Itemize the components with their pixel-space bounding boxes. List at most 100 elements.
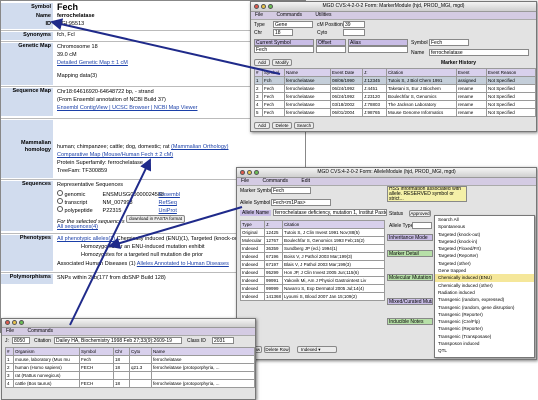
citation-field[interactable]: Dailey HA, Biochemistry 1998 Feb 27;33(9…: [54, 337, 182, 344]
table-row[interactable]: Indexed 67197 Blais V, J Pathol 2003 Mar;1…: [240, 260, 385, 269]
minimize-icon[interactable]: [247, 170, 252, 175]
table-row[interactable]: 4 cattle (Bos taurus) FECH 18 ferrochelatase…: [5, 379, 255, 388]
zoom-icon[interactable]: [19, 320, 24, 325]
table-row[interactable]: Original 12425 Tutois S, J Clin Invest 199…: [240, 228, 385, 237]
table-row[interactable]: Indexed 95299 Hon JP, J Clin Invest 2005 J…: [240, 268, 385, 277]
dropdown-item[interactable]: Targeted (knock-out): [435, 231, 534, 238]
menu-commands[interactable]: Commands: [276, 12, 302, 18]
table-row[interactable]: Indexed 67196 Boiss V, J Pathol 2003 Mar;1…: [240, 252, 385, 261]
all-sequences-link[interactable]: All sequences(4): [57, 224, 98, 230]
seq-coordinates: Chr18:64616920-64648722 bp, - strand: [57, 89, 154, 95]
zoom-icon[interactable]: [268, 4, 273, 9]
j-label: J:: [5, 338, 9, 344]
menu-commands[interactable]: Commands: [262, 178, 288, 184]
table-row[interactable]: Indexed 141368 Lyoumi S, Blood 2007 Jan 15…: [240, 292, 385, 301]
dropdown-item[interactable]: Transgenic (Reporter): [435, 325, 534, 332]
j-field[interactable]: 8050: [12, 337, 30, 344]
type-field[interactable]: Gene: [273, 21, 313, 28]
table-row[interactable]: Indexed 36359 Sundberg JP (ed.) 1994(1): [240, 244, 385, 253]
genetic-map-label: Genetic Map: [1, 43, 53, 85]
snps-link[interactable]: SNPs within 2kb(177 from dbSNP Build 128…: [57, 275, 166, 281]
dropdown-item[interactable]: Transgenic (Reporter): [435, 311, 534, 318]
dropdown-item[interactable]: Chemically induced (other): [435, 282, 534, 289]
dropdown-item[interactable]: Transgenic (random, gene disruption): [435, 304, 534, 311]
current-symbol-field[interactable]: Fech: [254, 46, 314, 53]
table-row[interactable]: Molecular 12767 Boulechfar S, Genomics 199…: [240, 236, 385, 245]
inducible-notes-label: Inducible Notes: [387, 318, 433, 325]
symbol-field[interactable]: Fech: [429, 39, 469, 46]
orthology-window-titlebar: [2, 319, 255, 328]
close-icon[interactable]: [254, 4, 259, 9]
alias-field[interactable]: [348, 46, 408, 53]
mapping-data-link[interactable]: Mapping data(3): [57, 73, 97, 79]
status-label: Status: [389, 211, 404, 217]
marker-symbol-field[interactable]: Fech: [271, 187, 311, 194]
table-row[interactable]: Indexed 99991 Yakovik Mi, Am J Physiol Gas…: [240, 276, 385, 285]
checkbox-icon[interactable]: [57, 206, 63, 212]
table-row[interactable]: 1 Fch ferrochelatase 08/06/1990 J:12345 Tutoi…: [254, 76, 536, 85]
close-icon[interactable]: [240, 170, 245, 175]
dropdown-item[interactable]: Chemically induced (ENU): [435, 274, 534, 282]
zoom-icon[interactable]: [254, 170, 259, 175]
menu-edit[interactable]: Edit: [301, 178, 310, 184]
allele-type-dropdown[interactable]: Search All Spontaneous Targeted (knock-out…: [434, 215, 535, 358]
detailed-map-link[interactable]: Detailed Genetic Map ± 1 cM: [57, 60, 128, 66]
dropdown-item[interactable]: Targeted (Reporter): [435, 252, 534, 259]
download-fasta-button[interactable]: download in FASTA format: [126, 215, 186, 223]
dropdown-item[interactable]: Transgenic (Transposase): [435, 333, 534, 340]
add-row-button[interactable]: Add: [254, 59, 270, 66]
table-row[interactable]: 1 mouse, laboratory (Mus mu Fech 18 ferroche…: [5, 355, 255, 364]
cyto-field[interactable]: [343, 29, 365, 36]
table-row[interactable]: 3 rat (Rattus norvegicus): [5, 371, 255, 380]
chr-field[interactable]: 18: [273, 29, 293, 36]
dropdown-item[interactable]: Transgenic (Cre/Flp): [435, 318, 534, 325]
dropdown-item[interactable]: Transposon induced: [435, 340, 534, 347]
modify-button[interactable]: Modify: [272, 59, 292, 66]
dropdown-item[interactable]: Gene trapped: [435, 267, 534, 274]
table-row[interactable]: 5 Fech ferrochelatase 06/01/2004 J:98765 Mous…: [254, 108, 536, 117]
seq-browser-links[interactable]: Ensembl ContigView | UCSC Browser | NCBI…: [57, 105, 198, 111]
menu-file[interactable]: File: [6, 328, 14, 334]
checkbox-icon[interactable]: [57, 198, 63, 204]
menu-utilities[interactable]: Utilities: [315, 12, 331, 18]
dropdown-item[interactable]: Targeted (other): [435, 260, 534, 267]
table-row[interactable]: Indexed 99999 Navarro S, Exp Dermatol 2005…: [240, 284, 385, 293]
menu-file[interactable]: File: [241, 178, 249, 184]
checkbox-icon[interactable]: [57, 190, 63, 196]
dropdown-item[interactable]: Targeted (knock-in): [435, 238, 534, 245]
comparative-map-link[interactable]: Comparative Map (Mouse/Human Fech ± 2 cM…: [57, 152, 173, 158]
dropdown-item[interactable]: Radiation induced: [435, 289, 534, 296]
allele-name-field[interactable]: ferrochelatase deficiency, mutation 1, I…: [273, 209, 387, 216]
search-button[interactable]: Search: [294, 122, 314, 129]
indexed-select[interactable]: Indexed ▾: [297, 346, 337, 353]
delete-button[interactable]: Delete: [272, 122, 292, 129]
table-row[interactable]: 2 human (Homo sapiens) FECH 18 q21.3 ferroche…: [5, 363, 255, 372]
allele-symbol-field[interactable]: Fech<m1Pas>: [271, 199, 331, 206]
close-icon[interactable]: [5, 320, 10, 325]
class-id-field[interactable]: 2031: [212, 337, 234, 344]
mammalian-orthology-link[interactable]: (Mammalian Orthology): [171, 144, 228, 150]
minimize-icon[interactable]: [261, 4, 266, 9]
cm-field[interactable]: 39: [343, 21, 365, 28]
menu-file[interactable]: File: [255, 12, 263, 18]
offset-field[interactable]: [316, 46, 346, 53]
table-row[interactable]: 2 Fech ferrochelatase 06/24/1992 J:4451 Taket…: [254, 84, 536, 93]
dropdown-item[interactable]: QTL: [435, 347, 534, 354]
alias-header: Alias: [348, 39, 408, 46]
class-id-label: Class ID: [187, 338, 206, 344]
treefam[interactable]: TreeFam: TF300859: [57, 168, 107, 174]
minimize-icon[interactable]: [12, 320, 17, 325]
name-field[interactable]: ferrochelatase: [429, 49, 529, 56]
protein-superfamily[interactable]: Protein Superfamily: ferrochelatase: [57, 160, 143, 166]
table-row[interactable]: 4 Fech ferrochelatase 03/18/2002 J:78803 The …: [254, 100, 536, 109]
delete-row-button[interactable]: Delete Row: [264, 346, 290, 353]
menu-commands[interactable]: Commands: [27, 328, 53, 334]
dropdown-item[interactable]: Transgenic (random, expressed): [435, 296, 534, 303]
status-select[interactable]: Approved: [409, 210, 431, 217]
dropdown-item[interactable]: Search All: [435, 216, 534, 223]
allele-type-field[interactable]: [412, 222, 432, 229]
table-row[interactable]: 3 Fech ferrochelatase 06/24/1992 J:23120 Boul…: [254, 92, 536, 101]
dropdown-item[interactable]: Spontaneous: [435, 223, 534, 230]
dropdown-item[interactable]: Targeted (Floxed/Frt): [435, 245, 534, 252]
add-button[interactable]: Add: [254, 122, 270, 129]
